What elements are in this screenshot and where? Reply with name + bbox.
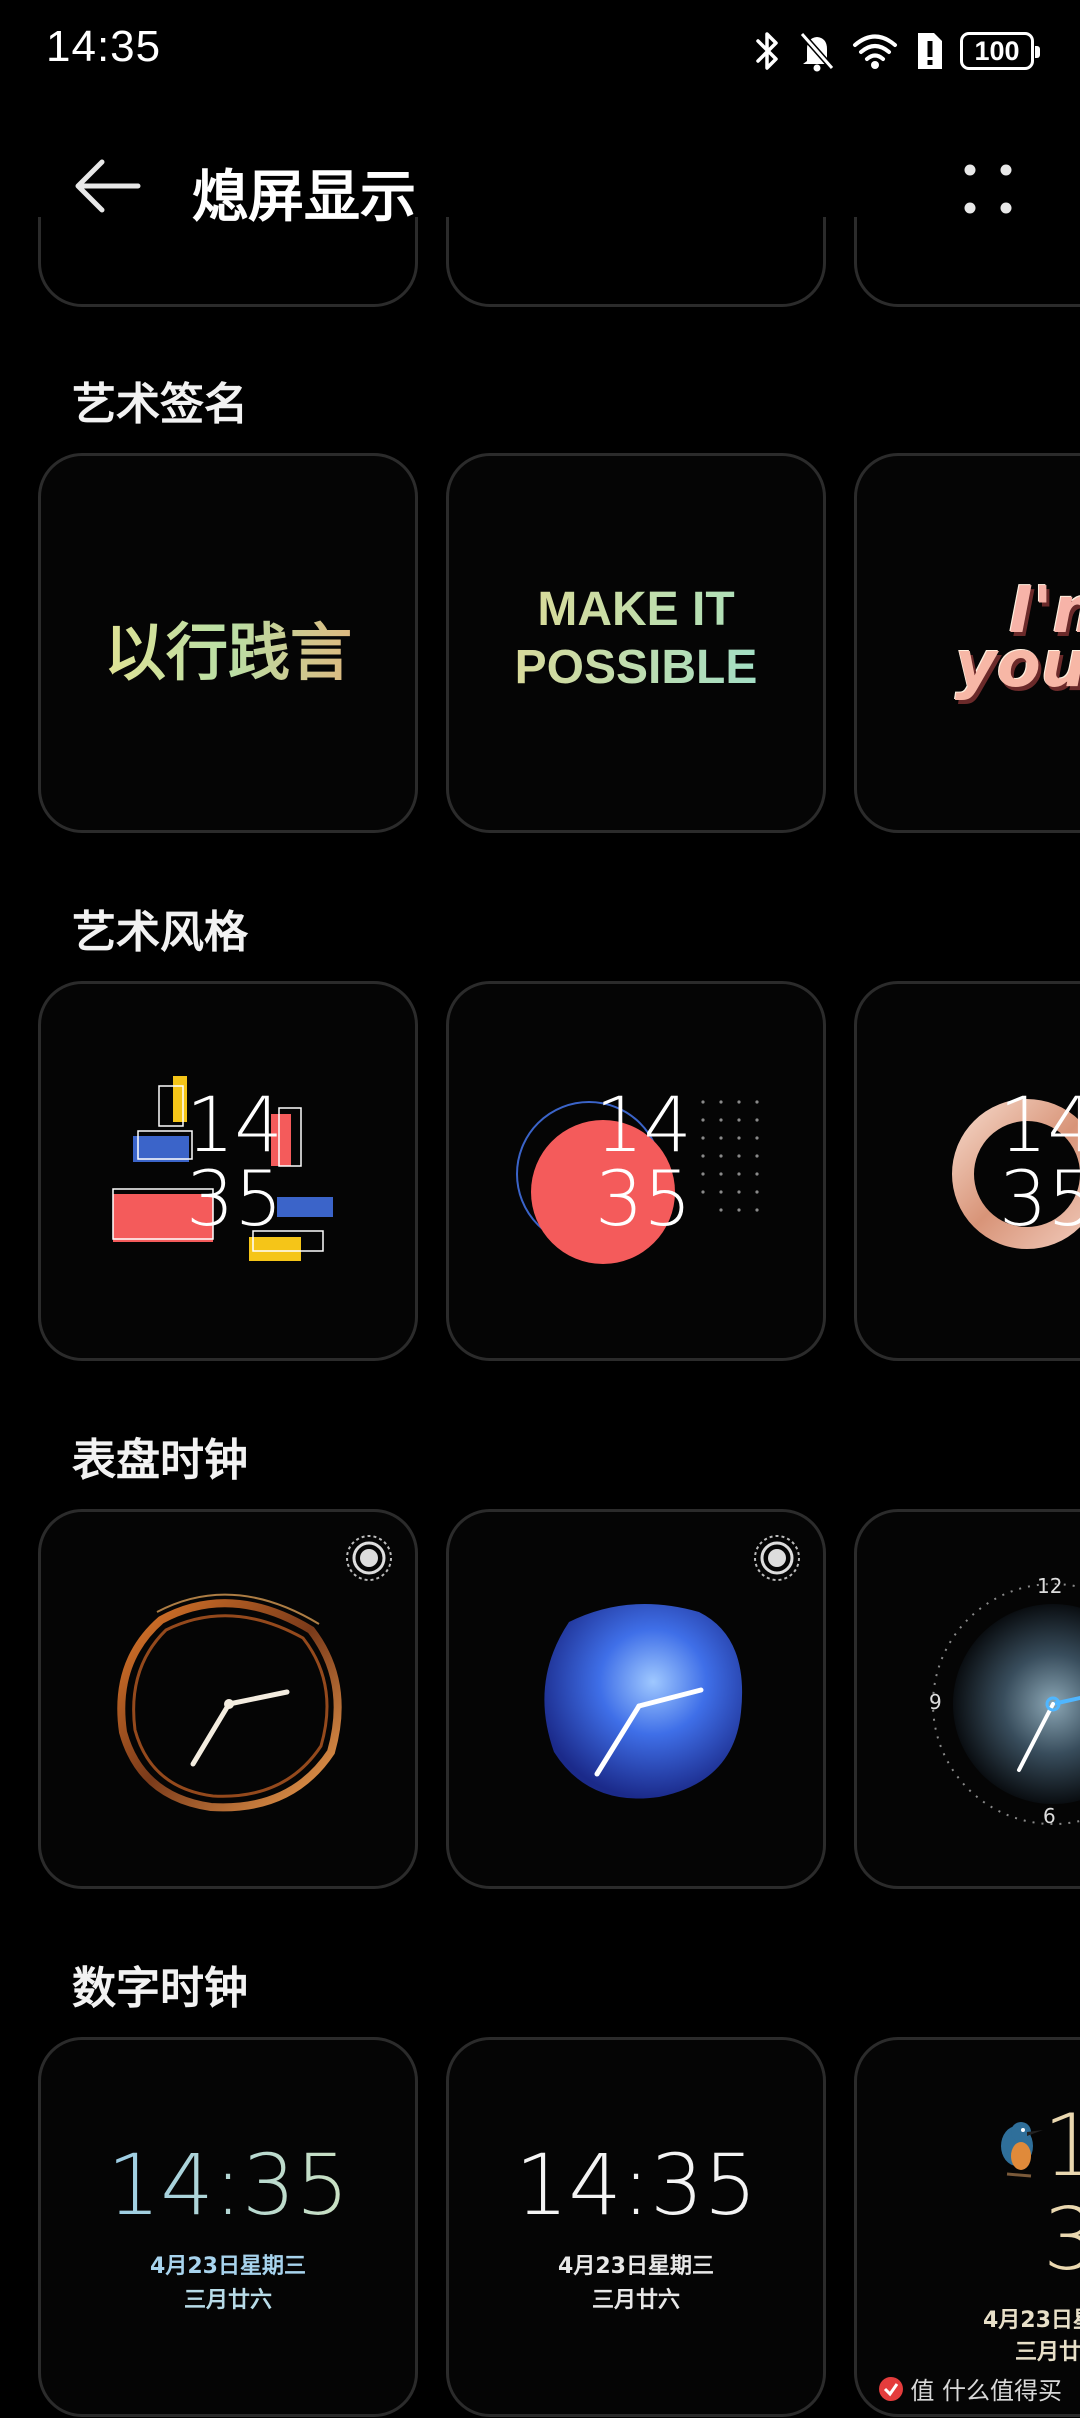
- battery-icon: 100: [960, 32, 1040, 70]
- watermark: 值 什么值得买: [878, 2371, 1062, 2406]
- digital-date: 4月23日星期三: [558, 2254, 714, 2279]
- digital-clock-card[interactable]: 14:35 4月23日星期三 三月廿六: [446, 2037, 826, 2417]
- section-title-art-signature: 艺术签名: [72, 379, 248, 430]
- wifi-icon: [853, 34, 897, 69]
- digital-clock-card[interactable]: 14:35 4月23日星期三 三月廿六: [38, 2037, 418, 2417]
- aod-settings-page: 14:35 100 熄屏显示 艺术签名 以行践言 MAKE IT POSSIBL…: [0, 0, 1080, 2418]
- back-button[interactable]: [64, 148, 144, 228]
- previous-section-card[interactable]: [854, 217, 1080, 307]
- bell-off-icon: [799, 32, 835, 72]
- kingfisher-bird-icon: [1001, 2122, 1043, 2178]
- bluetooth-icon: [756, 32, 778, 70]
- signature-line-2: POSSIBLE: [449, 640, 823, 695]
- digital-clock-card[interactable]: 14 35 4月23日星期 三月廿六: [854, 2037, 1080, 2417]
- signature-line-2: your: [955, 628, 1080, 702]
- watermark-text: 值 什么值得买: [910, 2377, 1062, 2405]
- watermark-logo-icon: [879, 2376, 904, 2401]
- signature-card[interactable]: 以行践言: [38, 453, 418, 833]
- signature-card[interactable]: MAKE IT POSSIBLE: [446, 453, 826, 833]
- digital-lunar-date: 三月廿六: [591, 2288, 680, 2313]
- dial-number-12: 12: [1037, 1574, 1063, 1598]
- digital-date: 4月23日星期: [983, 2308, 1080, 2333]
- section-title-dial-clock: 表盘时钟: [72, 1435, 248, 1486]
- status-icons: 100: [752, 26, 1040, 76]
- signature-line-1: MAKE IT: [449, 582, 823, 637]
- digital-time: 14:35: [41, 2136, 415, 2234]
- arrow-left-icon: [75, 159, 141, 213]
- status-time: 14:35: [46, 22, 162, 71]
- nebula-dial-clock: [932, 1583, 1080, 1825]
- digital-time: 14:35: [514, 2136, 758, 2234]
- battery-level: 100: [974, 35, 1020, 66]
- art-style-minute: 35: [186, 1154, 283, 1243]
- digital-lunar-date: 三月廿六: [1015, 2340, 1080, 2365]
- art-style-minute: 35: [999, 1154, 1080, 1243]
- digital-lunar-date: 三月廿六: [183, 2288, 272, 2313]
- status-bar: 14:35 100: [0, 0, 1080, 100]
- signature-text: 以行践言: [41, 602, 415, 692]
- digital-hour: 14: [1043, 2096, 1080, 2196]
- signature-card[interactable]: I'm your: [854, 453, 1080, 833]
- alert-icon: [918, 33, 942, 69]
- art-style-card[interactable]: 14 35: [446, 981, 826, 1361]
- amber-ring-clock: [117, 1593, 342, 1812]
- section-title-digital-clock: 数字时钟: [72, 1963, 248, 2014]
- dial-number-9: 9: [929, 1690, 942, 1714]
- art-style-card[interactable]: 14 35: [38, 981, 418, 1361]
- art-style-minute: 35: [595, 1154, 692, 1243]
- previous-section-card[interactable]: [446, 217, 826, 307]
- previous-section-card[interactable]: [38, 217, 418, 307]
- art-style-card[interactable]: 14 35: [854, 981, 1080, 1361]
- dial-clock-card[interactable]: [446, 1509, 826, 1889]
- digital-date: 4月23日星期三: [150, 2254, 306, 2279]
- dial-number-6: 6: [1043, 1804, 1056, 1828]
- section-title-art-style: 艺术风格: [72, 907, 248, 958]
- digital-minute: 35: [1043, 2190, 1080, 2290]
- blue-blob-clock: [544, 1604, 743, 1799]
- dial-clock-card[interactable]: [38, 1509, 418, 1889]
- dial-clock-card[interactable]: 12 9 6: [854, 1509, 1080, 1889]
